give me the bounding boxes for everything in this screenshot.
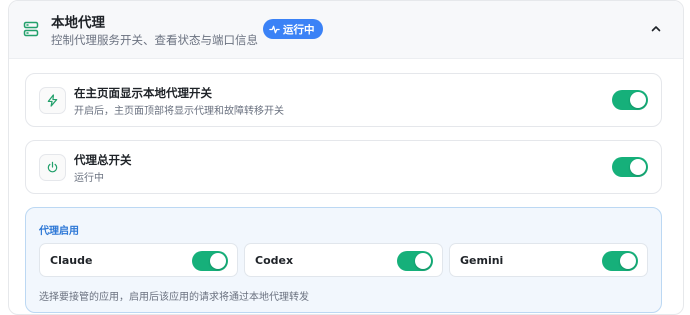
app-name: Gemini <box>460 254 504 267</box>
proxy-master-switch[interactable] <box>612 157 648 177</box>
app-item-codex: Codex <box>244 243 443 277</box>
status-badge-label: 运行中 <box>283 23 315 36</box>
proxy-apps-section: 代理启用 Claude Codex Gemini 选择要接管的应用，启用后该应用… <box>25 207 662 313</box>
power-icon <box>39 154 66 181</box>
panel-title: 本地代理 <box>51 15 105 31</box>
apps-section-title: 代理启用 <box>39 226 79 237</box>
proxy-master-switch-card: 代理总开关 运行中 <box>25 140 662 194</box>
app-item-claude: Claude <box>39 243 238 277</box>
panel-subtitle: 控制代理服务开关、查看状态与端口信息 <box>51 33 258 47</box>
show-proxy-switch[interactable] <box>612 90 648 110</box>
apps-section-note: 选择要接管的应用，启用后该应用的请求将通过本地代理转发 <box>39 292 309 303</box>
panel-header[interactable]: 本地代理 控制代理服务开关、查看状态与端口信息 运行中 <box>9 1 683 59</box>
server-icon <box>23 21 39 37</box>
claude-switch[interactable] <box>192 251 228 271</box>
setting-title: 代理总开关 <box>74 153 132 167</box>
setting-title: 在主页面显示本地代理开关 <box>74 86 212 100</box>
local-proxy-panel: 本地代理 控制代理服务开关、查看状态与端口信息 运行中 在主页面显示本地代理开关… <box>8 0 684 315</box>
lightning-icon <box>39 87 66 114</box>
codex-switch[interactable] <box>397 251 433 271</box>
show-proxy-toggle-card: 在主页面显示本地代理开关 开启后，主页面顶部将显示代理和故障转移开关 <box>25 73 662 127</box>
chevron-up-icon[interactable] <box>649 22 663 36</box>
app-item-gemini: Gemini <box>449 243 648 277</box>
app-name: Claude <box>50 254 93 267</box>
setting-description: 运行中 <box>74 173 104 184</box>
setting-description: 开启后，主页面顶部将显示代理和故障转移开关 <box>74 106 284 117</box>
app-name: Codex <box>255 254 294 267</box>
status-badge: 运行中 <box>263 19 323 39</box>
activity-icon <box>269 25 280 33</box>
gemini-switch[interactable] <box>602 251 638 271</box>
